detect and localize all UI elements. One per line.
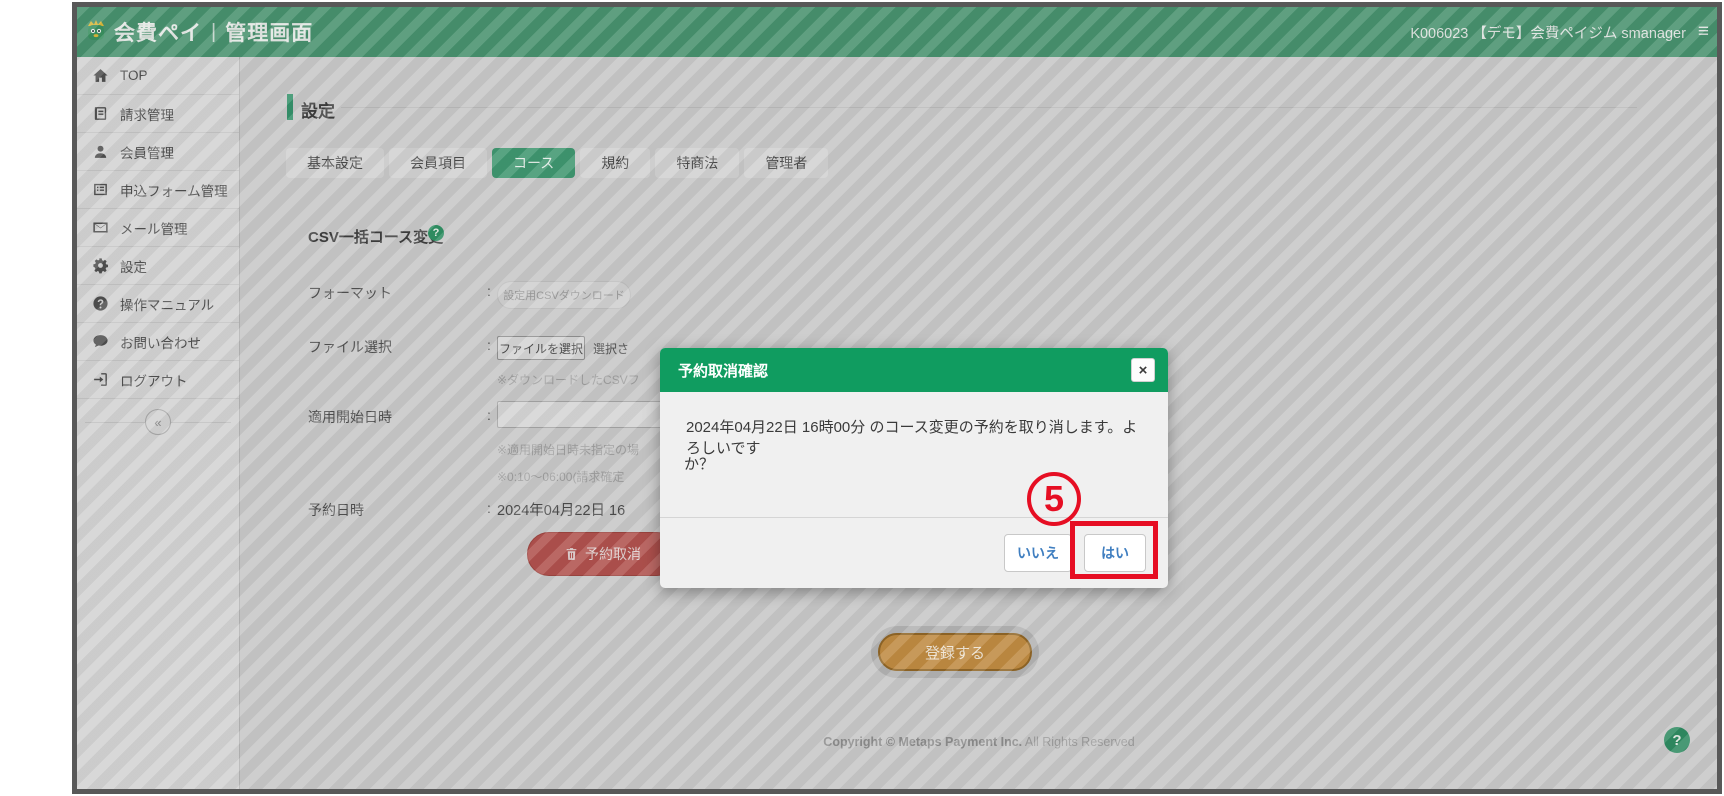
- trash-icon: [566, 548, 577, 560]
- section-rule: [341, 107, 1637, 108]
- account-info: K006023 【デモ】会費ペイジム smanager: [1410, 25, 1686, 42]
- colon: :: [487, 283, 491, 299]
- sidebar-item-application-form[interactable]: 申込フォーム管理: [77, 171, 239, 209]
- tab-tokushoho[interactable]: 特商法: [655, 148, 740, 178]
- copyright: Copyright © Metaps Payment Inc. All Righ…: [823, 735, 1135, 749]
- file-select-label: ファイル選択: [308, 339, 392, 355]
- file-choose-button[interactable]: ファイルを選択: [497, 336, 585, 360]
- colon: :: [487, 407, 491, 423]
- comment-icon: [91, 333, 109, 351]
- csv-download-button[interactable]: 設定用CSVダウンロード: [497, 281, 631, 309]
- tab-basic-settings[interactable]: 基本設定: [286, 148, 384, 178]
- reserved-datetime-value: 2024年04月22日 16: [497, 503, 626, 519]
- brand: 会費ペイ | 管理画面: [77, 17, 313, 47]
- form-icon: [91, 181, 109, 199]
- colon: :: [487, 500, 491, 516]
- file-note: ※ダウンロードしたCSVフ: [497, 373, 640, 387]
- sidebar-item-members[interactable]: 会員管理: [77, 133, 239, 171]
- tab-member-fields[interactable]: 会員項目: [389, 148, 487, 178]
- modal-message-line2: か？: [684, 456, 715, 473]
- hamburger-menu-icon[interactable]: ≡: [1698, 21, 1709, 43]
- app-window: 会費ペイ | 管理画面 K006023 【デモ】会費ペイジム smanager …: [72, 2, 1722, 794]
- sidebar-item-logout[interactable]: ログアウト: [77, 361, 239, 399]
- gear-icon: [91, 257, 109, 275]
- reserved-datetime-label: 予約日時: [308, 502, 364, 518]
- sidebar: TOP 請求管理 会員管理 申込フォーム管理 メール管理 設定 操作マニュアル …: [77, 57, 240, 789]
- modal-title: 予約取消確認: [678, 362, 769, 380]
- section-accent-bar: [287, 94, 293, 120]
- page-title: 管理画面: [225, 22, 314, 45]
- sidebar-item-contact[interactable]: お問い合わせ: [77, 323, 239, 361]
- brand-divider: |: [211, 20, 217, 43]
- sidebar-item-manual[interactable]: 操作マニュアル: [77, 285, 239, 323]
- sidebar-collapse-button[interactable]: «: [145, 409, 171, 435]
- section-title: 設定: [301, 102, 335, 121]
- cancel-reservation-button[interactable]: 予約取消: [527, 532, 679, 576]
- page: 会費ペイ | 管理画面 K006023 【デモ】会費ペイジム smanager …: [77, 7, 1717, 789]
- modal-divider: [660, 517, 1168, 518]
- settings-tabs: 基本設定 会員項目 コース 規約 特商法 管理者: [286, 148, 829, 178]
- book-icon: [91, 105, 109, 123]
- sidebar-item-mail[interactable]: メール管理: [77, 209, 239, 247]
- subsection-title: CSV一括コース変更: [308, 229, 444, 246]
- top-header: 会費ペイ | 管理画面 K006023 【デモ】会費ペイジム smanager …: [77, 7, 1717, 57]
- user-icon: [91, 143, 109, 161]
- format-label: フォーマット: [308, 285, 392, 301]
- highlight-rectangle-annotation: [1070, 521, 1158, 579]
- mail-icon: [91, 219, 109, 237]
- tab-admin[interactable]: 管理者: [744, 148, 829, 178]
- register-button[interactable]: 登録する: [878, 633, 1032, 671]
- start-note-1: ※適用開始日時未指定の場: [497, 443, 640, 457]
- step-number-annotation: 5: [1027, 472, 1081, 526]
- modal-message-line1: 2024年04月22日 16時00分 のコース変更の予約を取り消します。よろしい…: [686, 419, 1138, 457]
- modal-close-button[interactable]: ×: [1131, 358, 1155, 382]
- no-button[interactable]: いいえ: [1004, 534, 1072, 572]
- sidebar-item-settings[interactable]: 設定: [77, 247, 239, 285]
- logout-icon: [91, 371, 109, 389]
- question-circle-icon: [91, 295, 109, 313]
- file-status-text: 選択さ: [593, 342, 630, 356]
- sidebar-item-billing[interactable]: 請求管理: [77, 95, 239, 133]
- chevron-left-icon: «: [154, 414, 162, 430]
- modal-header: 予約取消確認 ×: [660, 348, 1168, 392]
- help-icon[interactable]: ?: [428, 225, 444, 241]
- mascot-logo-icon: [85, 18, 107, 46]
- brand-name: 会費ペイ: [114, 22, 202, 45]
- tab-terms[interactable]: 規約: [580, 148, 651, 178]
- colon: :: [487, 337, 491, 353]
- sidebar-item-top[interactable]: TOP: [77, 57, 239, 95]
- sidebar-collapse-area: «: [77, 399, 239, 447]
- tab-course[interactable]: コース: [492, 148, 576, 178]
- start-note-2: ※0:10～06:00(請求確定: [497, 470, 625, 484]
- close-icon: ×: [1138, 361, 1148, 379]
- help-fab-icon[interactable]: ?: [1664, 727, 1690, 753]
- start-datetime-label: 適用開始日時: [308, 409, 392, 425]
- home-icon: [91, 67, 109, 85]
